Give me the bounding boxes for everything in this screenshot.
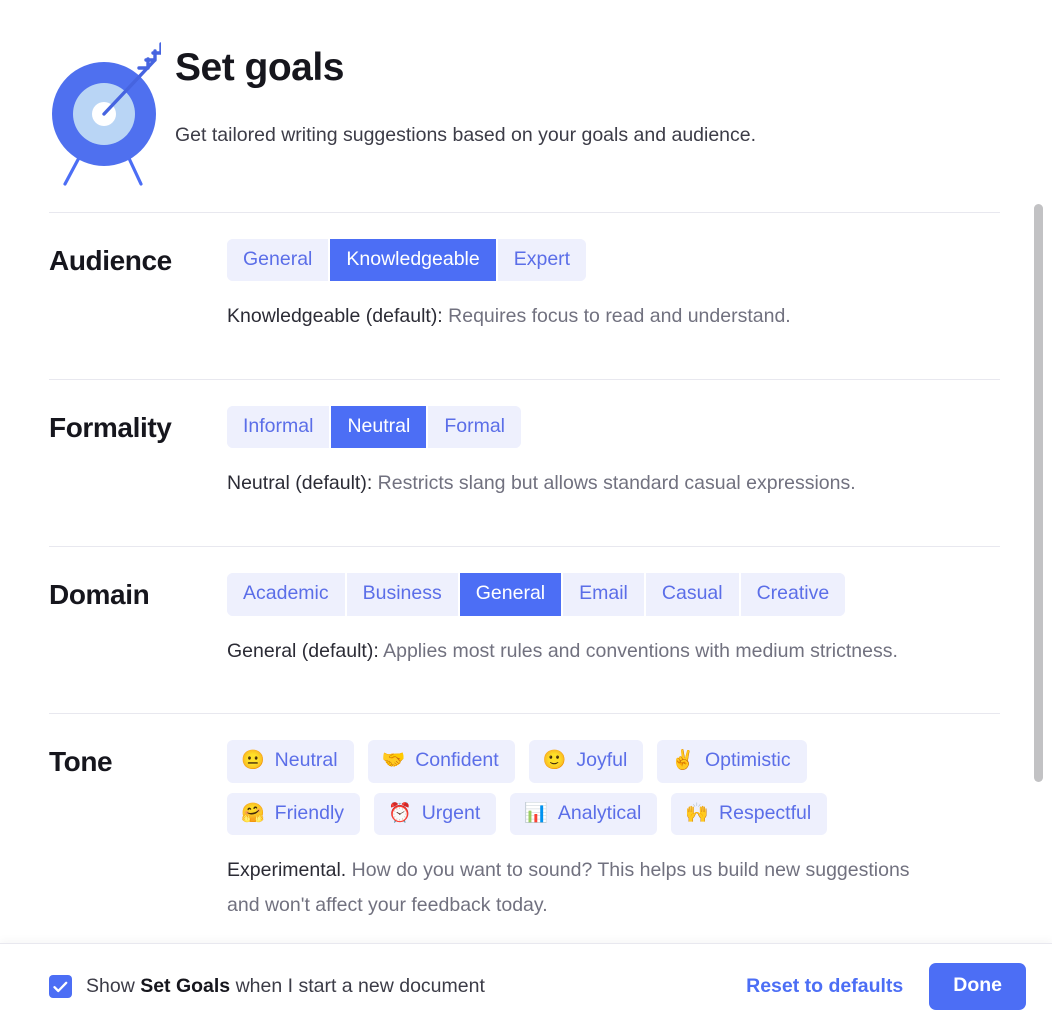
show-set-goals-label: Show Set Goals when I start a new docume… xyxy=(86,975,485,998)
show-set-goals-checkbox[interactable] xyxy=(49,975,72,998)
section-label: Audience xyxy=(49,245,172,276)
description-lead: Experimental. xyxy=(227,858,347,881)
section-domain: Domain Academic Business General Email Casual… xyxy=(49,546,1000,713)
handshake-emoji: 🤝 xyxy=(381,750,406,772)
tone-chip-respectful[interactable]: 🙌 Respectful xyxy=(671,792,828,835)
section-label: Formality xyxy=(49,412,172,444)
show-set-goals-checkbox-row[interactable]: Show Set Goals when I start a new docume… xyxy=(49,975,485,998)
section-body: Academic Business General Email Casual Creati… xyxy=(227,573,1000,688)
segment-option-expert[interactable]: Expert xyxy=(497,239,587,282)
tone-chip-label: Confident xyxy=(415,749,499,772)
description-rest: Applies most rules and conventions with … xyxy=(378,639,898,662)
scrollbar-thumb[interactable] xyxy=(1034,204,1043,782)
tone-chip-optimistic[interactable]: ✌️ Optimistic xyxy=(657,740,807,783)
set-goals-dialog: Set goals Get tailored writing suggestio… xyxy=(0,0,1052,1029)
tone-chip-confident[interactable]: 🤝 Confident xyxy=(367,740,515,783)
tone-chip-analytical[interactable]: 📊 Analytical xyxy=(510,792,658,835)
tone-chip-label: Friendly xyxy=(274,801,345,824)
segment-option-general[interactable]: General xyxy=(227,239,331,282)
section-description: Neutral (default): Restricts slang but a… xyxy=(227,466,947,501)
tone-chip-label: Urgent xyxy=(421,801,481,824)
dialog-footer: Show Set Goals when I start a new docume… xyxy=(0,943,1052,1029)
segment-option-informal[interactable]: Informal xyxy=(227,406,332,449)
settings-sections: Audience General Knowledgeable Expert Knowle… xyxy=(49,212,1000,943)
section-tone: Tone 😐 Neutral 🤝 Confident 🙂 Joyful ✌️ Optimisti… xyxy=(49,713,1000,943)
description-rest: Restricts slang but allows standard casu… xyxy=(372,472,856,495)
tone-chip-joyful[interactable]: 🙂 Joyful xyxy=(528,740,644,783)
settings-scroll-area[interactable]: Set goals Get tailored writing suggestio… xyxy=(0,0,1052,943)
segment-option-knowledgeable[interactable]: Knowledgeable xyxy=(330,239,498,282)
hugging-face-emoji: 🤗 xyxy=(241,802,265,824)
section-description: Knowledgeable (default): Requires focus … xyxy=(227,299,947,334)
tone-chip-neutral[interactable]: 😐 Neutral xyxy=(227,740,354,783)
tone-chip-label: Joyful xyxy=(576,749,628,772)
segment-option-general[interactable]: General xyxy=(459,573,564,616)
section-body: Informal Neutral Formal Neutral (default): … xyxy=(227,406,1000,521)
segmented-control-audience: General Knowledgeable Expert xyxy=(227,239,587,282)
section-label: Domain xyxy=(49,579,150,611)
segment-option-creative[interactable]: Creative xyxy=(740,573,846,616)
slightly-smiling-face-emoji: 🙂 xyxy=(542,750,567,772)
section-audience: Audience General Knowledgeable Expert Knowle… xyxy=(49,212,1000,379)
done-button[interactable]: Done xyxy=(929,963,1026,1010)
segment-option-neutral[interactable]: Neutral xyxy=(331,406,429,449)
segment-option-formal[interactable]: Formal xyxy=(428,406,521,449)
segmented-control-domain: Academic Business General Email Casual Creati… xyxy=(227,573,846,616)
segmented-control-formality: Informal Neutral Formal xyxy=(227,406,521,449)
section-body: 😐 Neutral 🤝 Confident 🙂 Joyful ✌️ Optimistic 🤗 Fr… xyxy=(227,740,1000,943)
segment-option-business[interactable]: Business xyxy=(346,573,460,616)
section-formality: Formality Informal Neutral Formal Neutral (d… xyxy=(49,379,1000,546)
tone-chip-friendly[interactable]: 🤗 Friendly xyxy=(227,792,361,835)
checkbox-label-bold: Set Goals xyxy=(140,975,231,997)
tone-chip-urgent[interactable]: ⏰ Urgent xyxy=(374,792,497,835)
page-title: Set goals xyxy=(175,46,344,89)
checkmark-icon xyxy=(53,981,68,992)
tone-chip-label: Analytical xyxy=(557,801,642,824)
tone-chip-group: 😐 Neutral 🤝 Confident 🙂 Joyful ✌️ Optimistic 🤗 Fr… xyxy=(227,740,887,835)
segment-option-academic[interactable]: Academic xyxy=(227,573,347,616)
section-label: Tone xyxy=(49,746,113,778)
description-lead: Neutral (default): xyxy=(227,472,373,495)
raising-hands-emoji: 🙌 xyxy=(685,802,710,824)
reset-to-defaults-button[interactable]: Reset to defaults xyxy=(736,967,913,1006)
checkbox-label-prefix: Show xyxy=(86,975,141,997)
segment-option-email[interactable]: Email xyxy=(563,573,646,616)
tone-chip-label: Optimistic xyxy=(705,749,791,772)
checkbox-label-suffix: when I start a new document xyxy=(230,975,485,997)
victory-hand-emoji: ✌️ xyxy=(671,750,695,772)
dialog-header: Set goals Get tailored writing suggestio… xyxy=(49,0,1000,212)
segment-option-casual[interactable]: Casual xyxy=(645,573,741,616)
description-lead: General (default): xyxy=(227,639,379,662)
neutral-face-emoji: 😐 xyxy=(241,750,265,772)
target-with-arrow-icon xyxy=(49,36,163,186)
page-subtitle: Get tailored writing suggestions based o… xyxy=(175,123,757,146)
section-description: Experimental. How do you want to sound? … xyxy=(227,853,947,923)
section-description: General (default): Applies most rules an… xyxy=(227,634,947,669)
description-lead: Knowledgeable (default): xyxy=(227,305,443,328)
tone-chip-label: Neutral xyxy=(274,749,338,772)
description-rest: Requires focus to read and understand. xyxy=(442,305,791,328)
tone-chip-label: Respectful xyxy=(719,801,812,824)
bar-chart-emoji: 📊 xyxy=(524,802,548,824)
section-body: General Knowledgeable Expert Knowledgeable … xyxy=(227,239,1000,354)
alarm-clock-emoji: ⏰ xyxy=(388,802,412,824)
